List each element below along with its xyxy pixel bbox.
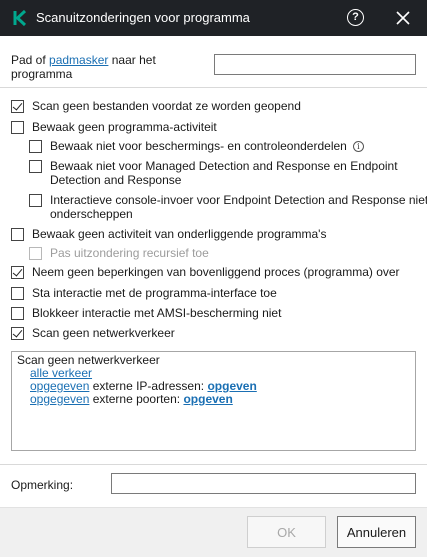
option-apply-recursive: Pas uitzondering recursief toe [29,246,425,260]
option-label: Bewaak geen activiteit van onderliggende… [32,227,327,241]
option-no-parent-restrictions[interactable]: Neem geen beperkingen van bovenliggend p… [11,265,422,279]
title-bar: Scanuitzonderingen voor programma ? [0,0,427,36]
dialog-footer: OK Annuleren [0,507,427,557]
option-label: Sta interactie met de programma-interfac… [32,286,277,300]
option-scan-before-open[interactable]: Scan geen bestanden voordat ze worden ge… [11,99,422,113]
path-label-prefix: Pad of [11,53,50,67]
divider-top [0,87,427,88]
option-label: Scan geen bestanden voordat ze worden ge… [32,99,301,113]
cancel-button[interactable]: Annuleren [337,516,416,548]
all-traffic-link[interactable]: alle verkeer [30,366,92,380]
option-label: Neem geen beperkingen van bovenliggend p… [32,265,400,279]
option-label-text: Bewaak niet voor beschermings- en contro… [50,139,347,153]
window-title: Scanuitzonderingen voor programma [36,10,250,25]
checkbox[interactable] [11,228,24,241]
path-label: Pad of padmasker naar het programma [11,53,211,81]
option-no-console-intercept[interactable]: Interactieve console-invoer voor Endpoin… [29,193,427,221]
option-label: Bewaak niet voor beschermings- en contro… [50,139,425,153]
checkbox[interactable] [11,100,24,113]
help-icon[interactable]: ? [347,9,364,26]
port-specify-link[interactable]: opgeven [183,392,232,406]
checkbox[interactable] [11,327,24,340]
option-label: Blokkeer interactie met AMSI-bescherming… [32,306,282,320]
checkbox[interactable] [11,121,24,134]
option-label: Interactieve console-invoer voor Endpoin… [50,193,427,221]
ip-specified-link[interactable]: opgegeven [30,379,89,393]
ip-specify-link[interactable]: opgeven [207,379,256,393]
option-no-protection-components[interactable]: Bewaak niet voor beschermings- en contro… [29,139,425,153]
option-no-app-monitoring[interactable]: Bewaak geen programma-activiteit [11,120,422,134]
ip-text: externe IP-adressen: [89,379,208,393]
checkbox[interactable] [11,266,24,279]
port-specified-link[interactable]: opgegeven [30,392,89,406]
option-no-mdr-edr[interactable]: Bewaak niet voor Managed Detection and R… [29,159,400,187]
option-label: Bewaak niet voor Managed Detection and R… [50,159,398,187]
port-text: externe poorten: [89,392,184,406]
option-label: Pas uitzondering recursief toe [50,246,209,260]
kaspersky-logo-icon [13,10,27,26]
network-traffic-box: Scan geen netwerkverkeer alle verkeer op… [11,351,416,451]
option-label: Bewaak geen programma-activiteit [32,120,217,134]
checkbox[interactable] [29,160,42,173]
option-no-amsi-block[interactable]: Blokkeer interactie met AMSI-bescherming… [11,306,422,320]
box-line-ports: opgegeven externe poorten: opgeven [17,393,410,406]
option-no-network-scan[interactable]: Scan geen netwerkverkeer [11,326,422,340]
checkbox[interactable] [29,140,42,153]
comment-input[interactable] [111,473,416,494]
checkbox [29,247,42,260]
close-icon[interactable] [395,10,411,26]
comment-label: Opmerking: [11,478,74,492]
path-input[interactable] [214,54,416,75]
checkbox[interactable] [29,194,42,207]
checkbox[interactable] [11,287,24,300]
option-no-child-activity[interactable]: Bewaak geen activiteit van onderliggende… [11,227,422,241]
checkbox[interactable] [11,307,24,320]
option-allow-interface[interactable]: Sta interactie met de programma-interfac… [11,286,422,300]
divider-bottom [0,464,427,465]
ok-button[interactable]: OK [247,516,326,548]
option-label: Scan geen netwerkverkeer [32,326,175,340]
path-mask-link[interactable]: padmasker [49,53,108,67]
info-icon[interactable]: i [352,141,364,152]
